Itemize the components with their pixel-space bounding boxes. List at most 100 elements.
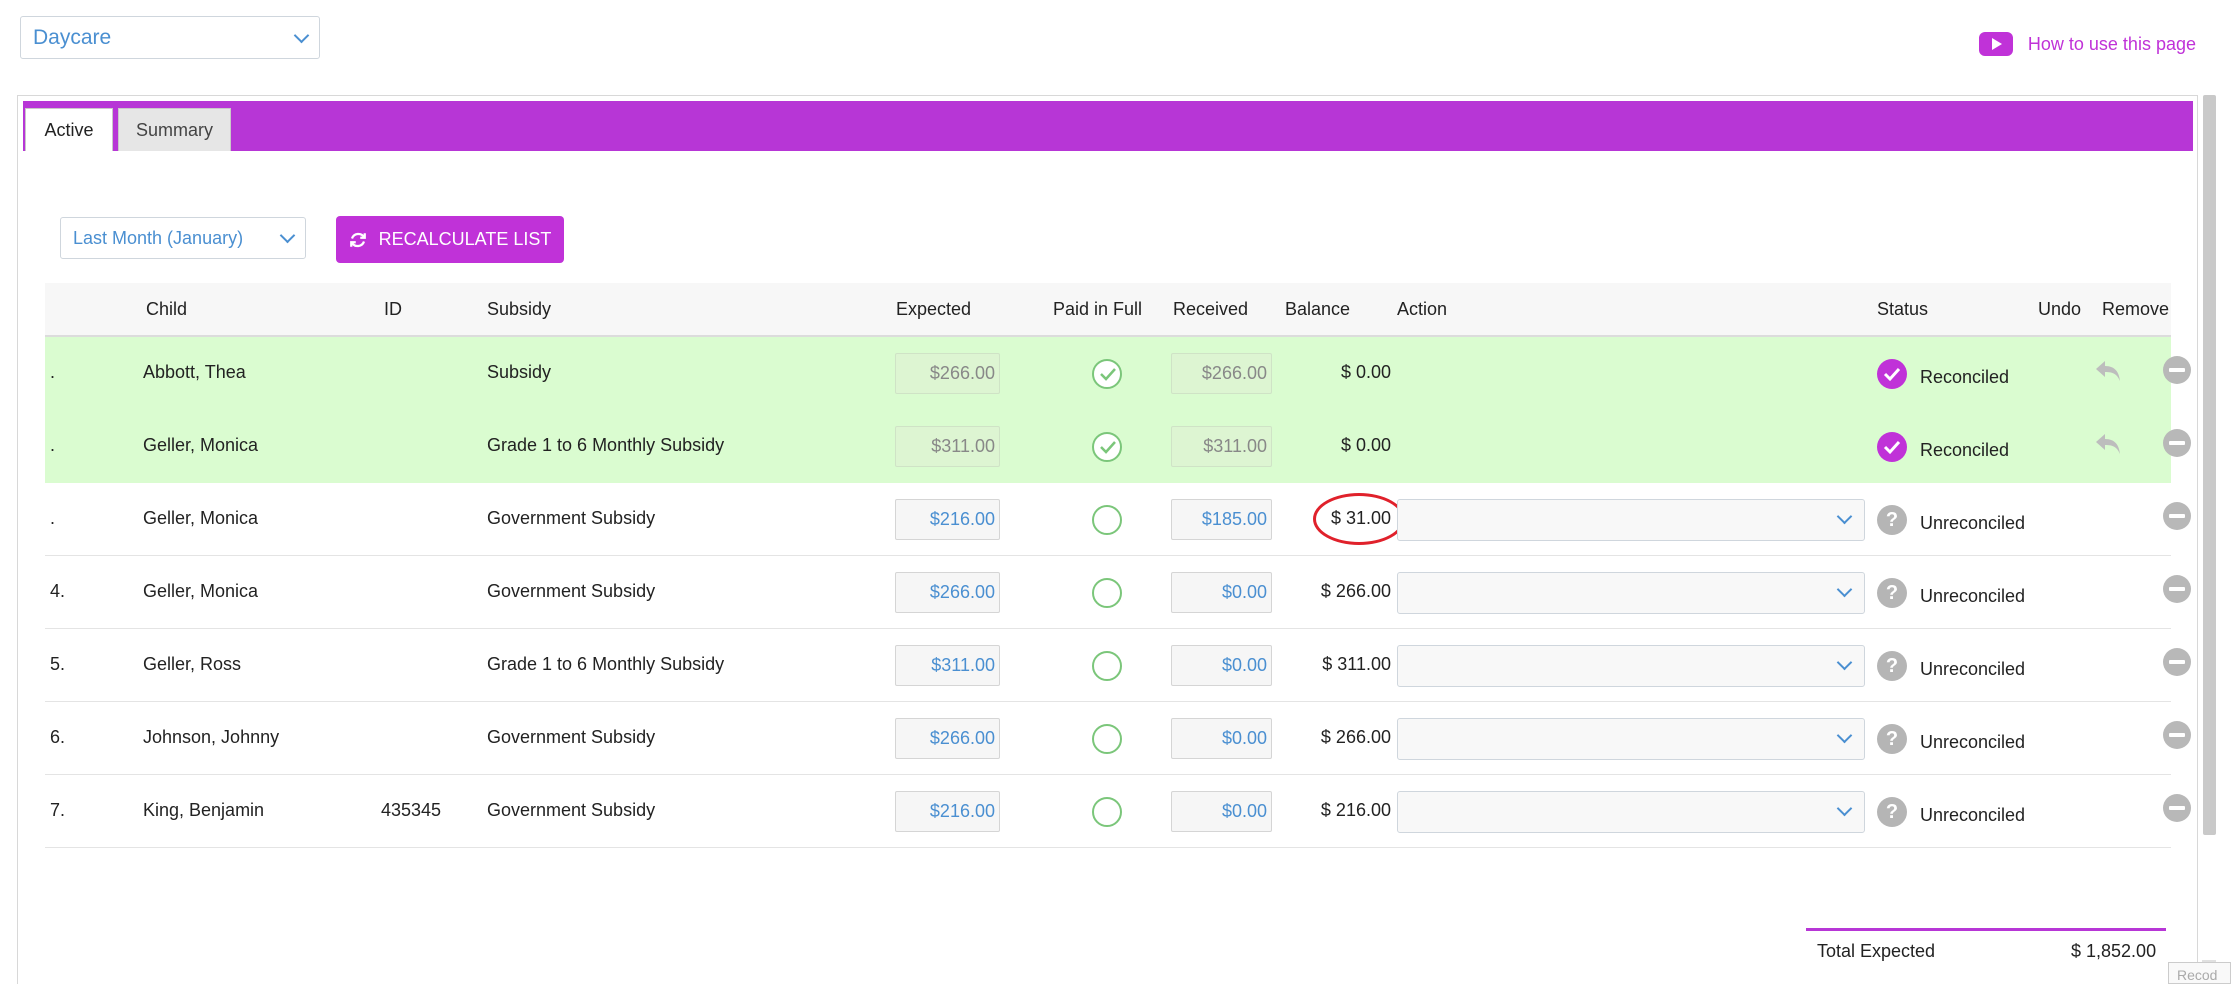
- paid-in-full-checkbox[interactable]: [1092, 578, 1122, 608]
- child-name: Abbott, Thea: [143, 362, 246, 382]
- chevron-down-icon: [1836, 581, 1853, 598]
- check-icon: [1100, 441, 1116, 454]
- remove-icon[interactable]: [2163, 429, 2191, 457]
- corner-button[interactable]: Recod: [2168, 962, 2231, 984]
- balance-value: $ 311.00: [1322, 654, 1391, 674]
- paid-in-full-checkbox[interactable]: [1092, 724, 1122, 754]
- period-select-value: Last Month (January): [73, 228, 244, 248]
- received-value: $311.00: [1203, 436, 1267, 456]
- table-row: . Geller, Monica Grade 1 to 6 Monthly Subs…: [45, 410, 2191, 483]
- action-select[interactable]: [1397, 645, 1865, 687]
- header-expected: Expected: [896, 299, 972, 319]
- child-name: Geller, Monica: [143, 508, 259, 528]
- header-remove: Remove: [2102, 299, 2170, 319]
- tab-bar: Active Summary: [23, 101, 2193, 151]
- how-to-use-link[interactable]: How to use this page: [1978, 32, 2196, 56]
- paid-in-full-checkbox[interactable]: [1092, 432, 1122, 462]
- action-select[interactable]: [1397, 572, 1865, 614]
- check-icon: [1100, 368, 1116, 381]
- received-input[interactable]: $185.00: [1171, 499, 1272, 540]
- received-input: $311.00: [1171, 426, 1272, 467]
- how-to-use-label: How to use this page: [2027, 33, 2196, 54]
- subsidy-name: Grade 1 to 6 Monthly Subsidy: [487, 654, 725, 674]
- vertical-scrollbar[interactable]: [2203, 95, 2216, 835]
- reconciled-check-icon: [1877, 432, 1907, 462]
- location-select[interactable]: Daycare: [20, 16, 320, 59]
- row-number: 4.: [50, 581, 66, 601]
- header-balance: Balance: [1285, 299, 1351, 319]
- header-undo: Undo: [2038, 299, 2082, 319]
- remove-icon[interactable]: [2163, 356, 2191, 384]
- child-name: Geller, Monica: [143, 581, 259, 601]
- action-select[interactable]: [1397, 499, 1865, 541]
- remove-icon[interactable]: [2163, 575, 2191, 603]
- corner-button-label: Recod: [2177, 967, 2218, 983]
- subsidy-name: Government Subsidy: [487, 581, 656, 601]
- expected-input[interactable]: $311.00: [895, 645, 1000, 686]
- tab-active[interactable]: Active: [25, 108, 113, 151]
- header-paid-in-full: Paid in Full: [1053, 299, 1143, 319]
- expected-value: $266.00: [929, 582, 995, 602]
- received-value: $0.00: [1221, 582, 1267, 602]
- location-select-value: Daycare: [33, 26, 112, 49]
- video-play-icon: [1978, 32, 2013, 56]
- subsidy-name: Government Subsidy: [487, 727, 656, 747]
- received-input[interactable]: $0.00: [1171, 572, 1272, 613]
- status-text: Unreconciled: [1920, 732, 2026, 752]
- refresh-icon: [349, 232, 366, 247]
- paid-in-full-checkbox[interactable]: [1092, 797, 1122, 827]
- status-text: Unreconciled: [1920, 805, 2026, 825]
- table-row: 4. Geller, Monica Government Subsidy $266.0…: [45, 556, 2191, 629]
- expected-input[interactable]: $266.00: [895, 572, 1000, 613]
- expected-value: $266.00: [929, 363, 995, 383]
- period-select[interactable]: Last Month (January): [60, 217, 306, 259]
- table-row: 5. Geller, Ross Grade 1 to 6 Monthly Subsi…: [45, 629, 2191, 702]
- expected-input[interactable]: $216.00: [895, 499, 1000, 540]
- chevron-down-icon: [1836, 727, 1853, 744]
- received-value: $0.00: [1221, 728, 1267, 748]
- undo-icon[interactable]: [2093, 355, 2125, 387]
- recalculate-label: RECALCULATE LIST: [378, 229, 552, 249]
- expected-input[interactable]: $266.00: [895, 718, 1000, 759]
- balance-value: $ 266.00: [1320, 581, 1391, 601]
- expected-input: $266.00: [895, 353, 1000, 394]
- remove-icon[interactable]: [2163, 794, 2191, 822]
- status-text: Unreconciled: [1920, 513, 2026, 533]
- expected-value: $311.00: [931, 436, 995, 456]
- expected-input[interactable]: $216.00: [895, 791, 1000, 832]
- child-name: King, Benjamin: [143, 800, 265, 820]
- paid-in-full-checkbox[interactable]: [1092, 651, 1122, 681]
- received-input[interactable]: $0.00: [1171, 645, 1272, 686]
- remove-icon[interactable]: [2163, 648, 2191, 676]
- subsidy-name: Government Subsidy: [487, 800, 656, 820]
- received-input[interactable]: $0.00: [1171, 791, 1272, 832]
- table-body: . Abbott, Thea Subsidy $266.00 $266.00 $ 0.00…: [45, 337, 2191, 848]
- subsidy-name: Subsidy: [487, 362, 552, 382]
- action-select[interactable]: [1397, 718, 1865, 760]
- row-number: 5.: [50, 654, 66, 674]
- header-received: Received: [1173, 299, 1249, 319]
- balance-value: $ 216.00: [1320, 800, 1391, 820]
- balance-value: $ 31.00: [1281, 493, 1405, 545]
- tab-summary[interactable]: Summary: [118, 108, 231, 151]
- balance-value: $ 0.00: [1340, 362, 1391, 382]
- received-value: $0.00: [1221, 655, 1267, 675]
- paid-in-full-checkbox[interactable]: [1092, 359, 1122, 389]
- question-icon: ?: [1877, 651, 1907, 681]
- action-select[interactable]: [1397, 791, 1865, 833]
- remove-icon[interactable]: [2163, 502, 2191, 530]
- status-text: Reconciled: [1920, 367, 2010, 387]
- header-action: Action: [1397, 299, 1448, 319]
- received-input[interactable]: $0.00: [1171, 718, 1272, 759]
- remove-icon[interactable]: [2163, 721, 2191, 749]
- chevron-down-icon: [1836, 654, 1853, 671]
- child-name: Geller, Ross: [143, 654, 242, 674]
- question-icon: ?: [1877, 797, 1907, 827]
- table-header: Child ID Subsidy Expected Paid in Full R…: [45, 283, 2171, 337]
- undo-icon[interactable]: [2093, 428, 2125, 460]
- paid-in-full-checkbox[interactable]: [1092, 505, 1122, 535]
- chevron-down-icon: [1836, 800, 1853, 817]
- expected-value: $311.00: [931, 655, 995, 675]
- total-expected-label: Total Expected: [1817, 941, 1936, 961]
- recalculate-list-button[interactable]: RECALCULATE LIST: [336, 216, 564, 263]
